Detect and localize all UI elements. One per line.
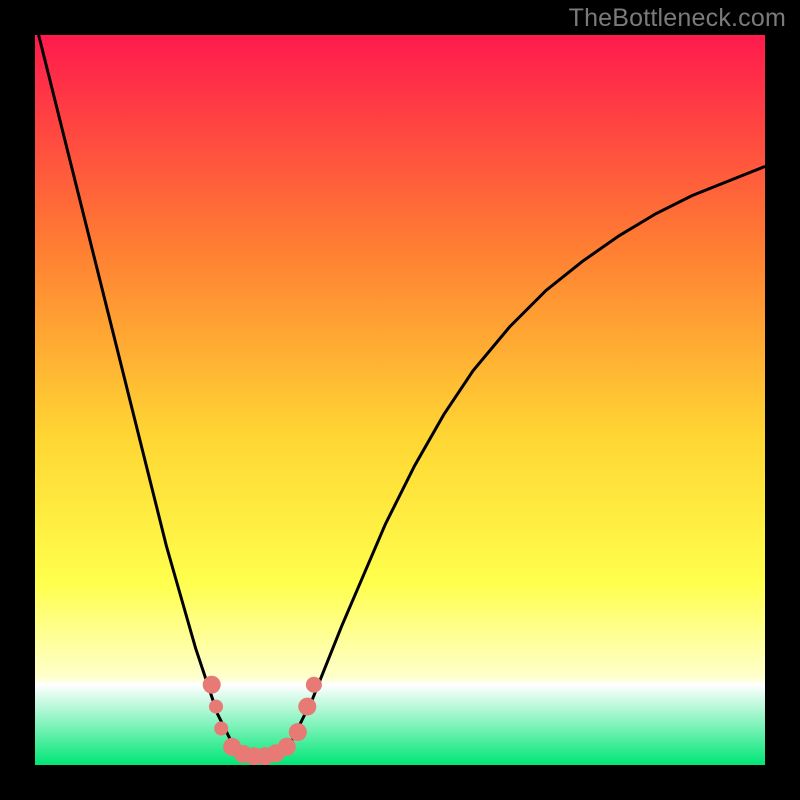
data-marker <box>203 676 221 694</box>
data-marker <box>278 738 296 756</box>
chart-svg <box>35 35 765 765</box>
watermark-text: TheBottleneck.com <box>569 4 786 33</box>
plot-area <box>35 35 765 765</box>
data-marker <box>209 700 223 714</box>
chart-frame: TheBottleneck.com <box>0 0 800 800</box>
data-marker <box>214 722 228 736</box>
data-marker <box>306 677 322 693</box>
gradient-background <box>35 35 765 765</box>
data-marker <box>298 698 316 716</box>
data-marker <box>289 723 307 741</box>
